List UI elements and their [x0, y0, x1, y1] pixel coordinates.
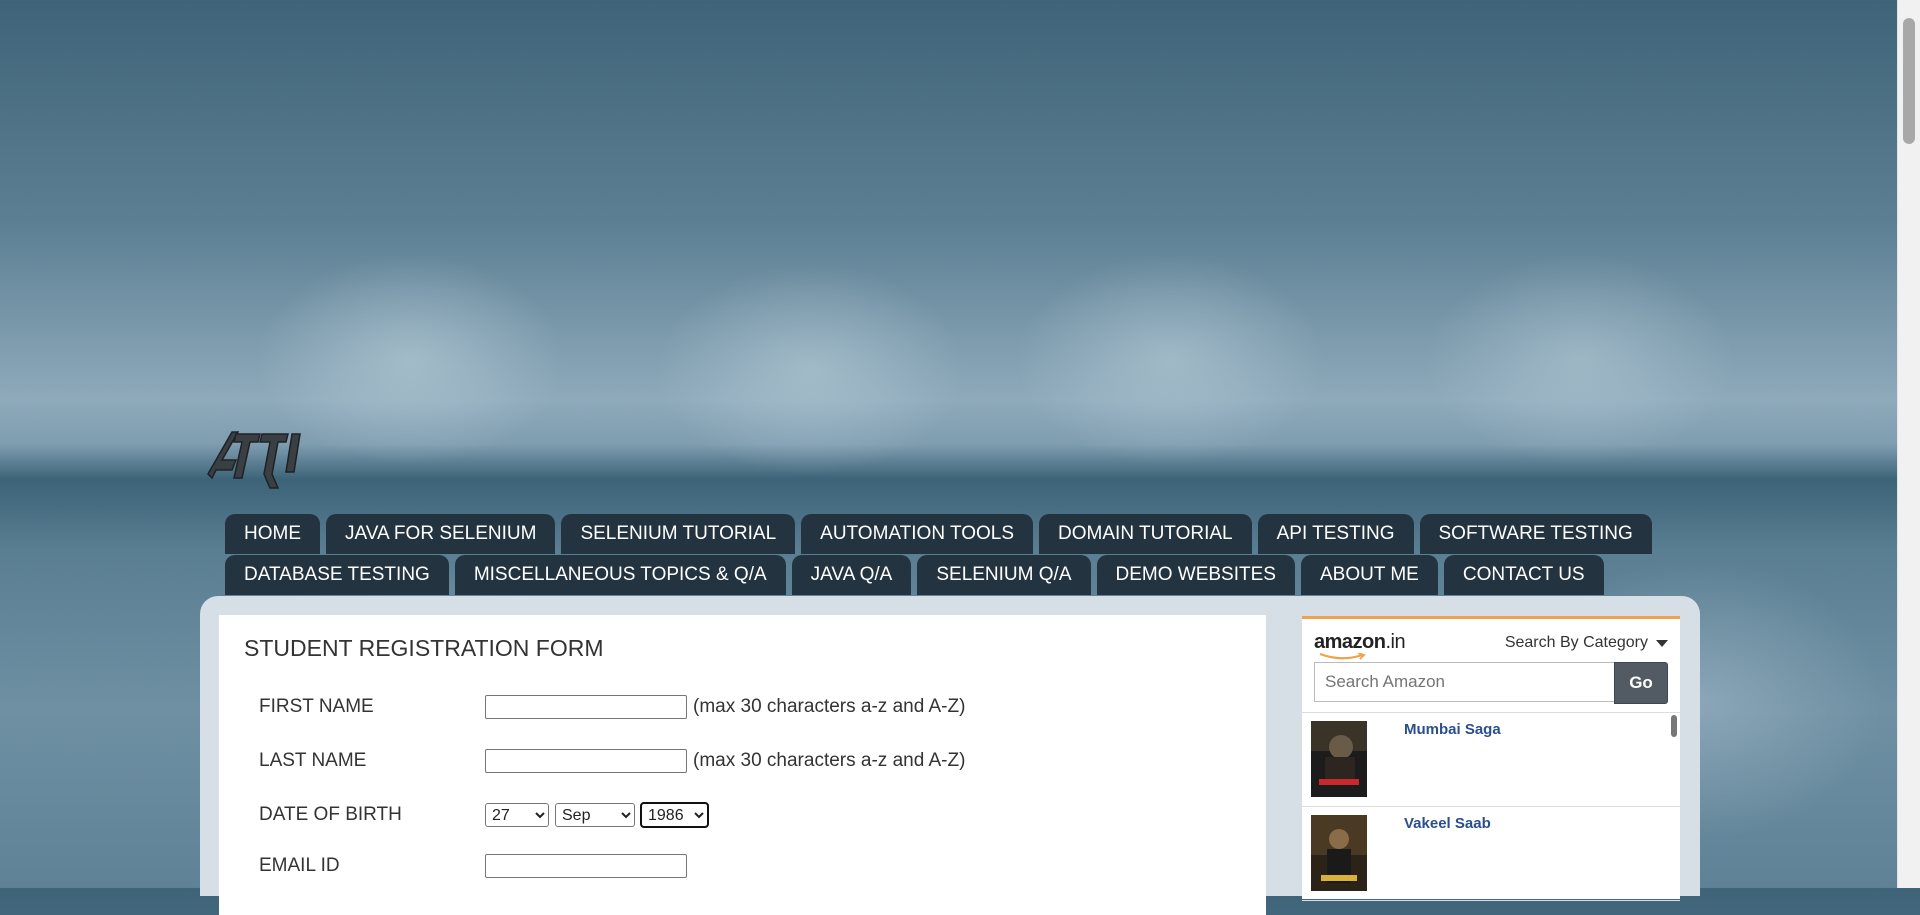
- nav-home[interactable]: HOME: [225, 514, 320, 554]
- chevron-down-icon: [1656, 639, 1668, 647]
- main-navigation: HOME JAVA FOR SELENIUM SELENIUM TUTORIAL…: [225, 514, 1652, 595]
- registration-form-panel: STUDENT REGISTRATION FORM FIRST NAME (ma…: [219, 615, 1266, 915]
- amazon-widget: amazon.in Search By Category Go Mumbai S…: [1302, 616, 1680, 901]
- dob-day-select[interactable]: 27: [485, 803, 549, 827]
- amazon-list-scrollbar[interactable]: [1671, 715, 1677, 737]
- product-thumbnail-image[interactable]: [1311, 721, 1367, 797]
- amazon-logo-text: amazon: [1314, 631, 1386, 653]
- form-title: STUDENT REGISTRATION FORM: [244, 635, 604, 661]
- amazon-logo-tld: .in: [1385, 631, 1406, 653]
- nav-row-2: DATABASE TESTING MISCELLANEOUS TOPICS & …: [225, 555, 1645, 595]
- nav-row-1: HOME JAVA FOR SELENIUM SELENIUM TUTORIAL…: [225, 514, 1652, 554]
- nav-demo-websites[interactable]: DEMO WEBSITES: [1096, 555, 1295, 595]
- email-input[interactable]: [485, 854, 687, 878]
- nav-java-qa[interactable]: JAVA Q/A: [791, 555, 912, 595]
- first-name-hint: (max 30 characters a-z and A-Z): [693, 696, 966, 717]
- nav-contact-us[interactable]: CONTACT US: [1443, 555, 1604, 595]
- first-name-row: FIRST NAME (max 30 characters a-z and A-…: [259, 692, 965, 722]
- nav-database-testing[interactable]: DATABASE TESTING: [225, 555, 449, 595]
- category-label: Search By Category: [1504, 634, 1648, 651]
- list-item[interactable]: Mumbai Saga: [1302, 713, 1680, 807]
- product-title-link[interactable]: Vakeel Saab: [1404, 815, 1491, 832]
- list-item[interactable]: Vakeel Saab: [1302, 807, 1680, 901]
- amazon-logo[interactable]: amazon.in: [1314, 631, 1406, 654]
- page-scrollbar[interactable]: [1897, 0, 1920, 888]
- nav-software-testing[interactable]: SOFTWARE TESTING: [1419, 514, 1652, 554]
- amazon-header: amazon.in Search By Category: [1314, 631, 1668, 661]
- page-scrollbar-thumb[interactable]: [1903, 18, 1915, 144]
- last-name-label: LAST NAME: [259, 750, 367, 771]
- first-name-label: FIRST NAME: [259, 696, 374, 717]
- last-name-input[interactable]: [485, 749, 687, 773]
- dob-label: DATE OF BIRTH: [259, 804, 402, 825]
- nav-domain-tutorial[interactable]: DOMAIN TUTORIAL: [1039, 514, 1252, 554]
- site-logo[interactable]: [202, 412, 322, 492]
- category-dropdown[interactable]: Search By Category: [1505, 634, 1668, 652]
- email-row: EMAIL ID: [259, 851, 687, 881]
- amazon-search-input[interactable]: [1314, 662, 1614, 702]
- amazon-go-button[interactable]: Go: [1614, 662, 1668, 704]
- last-name-row: LAST NAME (max 30 characters a-z and A-Z…: [259, 746, 965, 776]
- nav-selenium-qa[interactable]: SELENIUM Q/A: [917, 555, 1091, 595]
- amazon-search-bar: Go: [1314, 662, 1668, 704]
- nav-automation-tools[interactable]: AUTOMATION TOOLS: [801, 514, 1034, 554]
- nav-miscellaneous-topics[interactable]: MISCELLANEOUS TOPICS & Q/A: [454, 555, 786, 595]
- email-label: EMAIL ID: [259, 855, 340, 876]
- nav-api-testing[interactable]: API TESTING: [1257, 514, 1414, 554]
- dob-year-select[interactable]: 1986: [640, 802, 709, 828]
- nav-about-me[interactable]: ABOUT ME: [1300, 555, 1438, 595]
- product-thumbnail-image[interactable]: [1311, 815, 1367, 891]
- product-title-link[interactable]: Mumbai Saga: [1404, 721, 1501, 738]
- last-name-hint: (max 30 characters a-z and A-Z): [693, 750, 966, 771]
- first-name-input[interactable]: [485, 695, 687, 719]
- nav-selenium-tutorial[interactable]: SELENIUM TUTORIAL: [561, 514, 796, 554]
- nav-java-for-selenium[interactable]: JAVA FOR SELENIUM: [326, 514, 556, 554]
- amazon-smile-icon: [1319, 653, 1366, 660]
- dob-row: DATE OF BIRTH 27 Sep 1986: [259, 800, 714, 830]
- amazon-product-list: Mumbai Saga Vakeel Saab: [1302, 712, 1680, 903]
- dob-month-select[interactable]: Sep: [555, 803, 635, 827]
